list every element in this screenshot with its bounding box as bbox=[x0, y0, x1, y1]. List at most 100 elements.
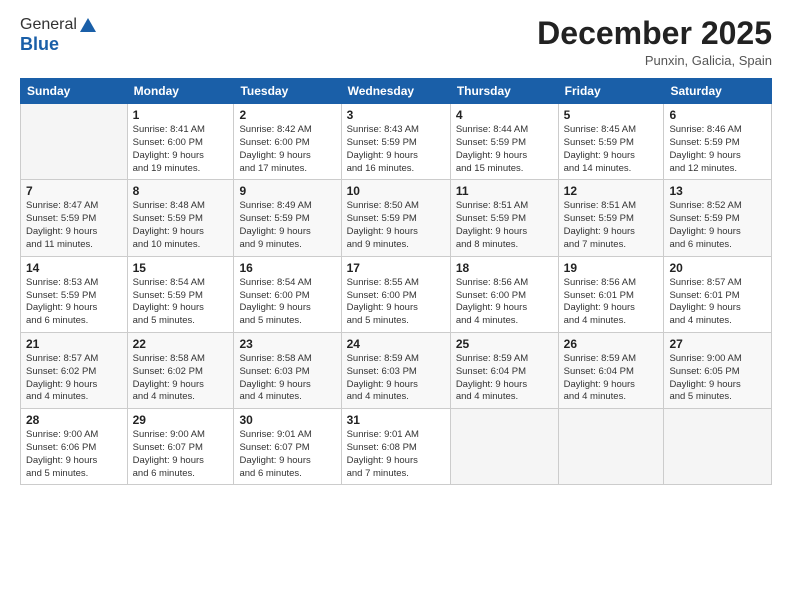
day-info: Sunrise: 8:50 AM Sunset: 5:59 PM Dayligh… bbox=[347, 200, 445, 251]
day-info: Sunrise: 8:44 AM Sunset: 5:59 PM Dayligh… bbox=[456, 124, 553, 175]
day-number: 24 bbox=[347, 337, 445, 351]
day-cell: 7 Sunrise: 8:47 AM Sunset: 5:59 PM Daylig… bbox=[21, 180, 128, 256]
day-number: 7 bbox=[26, 184, 122, 198]
day-info: Sunrise: 8:48 AM Sunset: 5:59 PM Dayligh… bbox=[133, 200, 229, 251]
day-cell: 23 Sunrise: 8:58 AM Sunset: 6:03 PM Dayli… bbox=[234, 332, 341, 408]
day-info: Sunrise: 9:01 AM Sunset: 6:08 PM Dayligh… bbox=[347, 429, 445, 480]
day-cell: 16 Sunrise: 8:54 AM Sunset: 6:00 PM Dayli… bbox=[234, 256, 341, 332]
week-row-1: 1Sunrise: 8:41 AM Sunset: 6:00 PM Daylig… bbox=[21, 104, 772, 180]
day-cell: 11Sunrise: 8:51 AM Sunset: 5:59 PM Dayli… bbox=[450, 180, 558, 256]
day-cell: 5 Sunrise: 8:45 AM Sunset: 5:59 PM Daylig… bbox=[558, 104, 664, 180]
day-number: 4 bbox=[456, 108, 553, 122]
day-cell: 26Sunrise: 8:59 AM Sunset: 6:04 PM Dayli… bbox=[558, 332, 664, 408]
day-cell: 19 Sunrise: 8:56 AM Sunset: 6:01 PM Dayli… bbox=[558, 256, 664, 332]
day-info: Sunrise: 8:54 AM Sunset: 6:00 PM Dayligh… bbox=[239, 277, 335, 328]
day-number: 14 bbox=[26, 261, 122, 275]
header: General Blue December 2025 Punxin, Galic… bbox=[20, 16, 772, 68]
day-number: 3 bbox=[347, 108, 445, 122]
day-info: Sunrise: 8:58 AM Sunset: 6:02 PM Dayligh… bbox=[133, 353, 229, 404]
day-info: Sunrise: 8:58 AM Sunset: 6:03 PM Dayligh… bbox=[239, 353, 335, 404]
day-info: Sunrise: 8:57 AM Sunset: 6:02 PM Dayligh… bbox=[26, 353, 122, 404]
day-cell: 9Sunrise: 8:49 AM Sunset: 5:59 PM Daylig… bbox=[234, 180, 341, 256]
header-tuesday: Tuesday bbox=[234, 79, 341, 104]
day-cell: 3 Sunrise: 8:43 AM Sunset: 5:59 PM Daylig… bbox=[341, 104, 450, 180]
day-info: Sunrise: 8:53 AM Sunset: 5:59 PM Dayligh… bbox=[26, 277, 122, 328]
day-number: 12 bbox=[564, 184, 659, 198]
day-info: Sunrise: 8:47 AM Sunset: 5:59 PM Dayligh… bbox=[26, 200, 122, 251]
day-number: 11 bbox=[456, 184, 553, 198]
day-info: Sunrise: 8:51 AM Sunset: 5:59 PM Dayligh… bbox=[564, 200, 659, 251]
day-number: 21 bbox=[26, 337, 122, 351]
day-number: 27 bbox=[669, 337, 766, 351]
day-cell: 20 Sunrise: 8:57 AM Sunset: 6:01 PM Dayli… bbox=[664, 256, 772, 332]
header-friday: Friday bbox=[558, 79, 664, 104]
calendar-table: Sunday Monday Tuesday Wednesday Thursday… bbox=[20, 78, 772, 485]
day-cell: 6Sunrise: 8:46 AM Sunset: 5:59 PM Daylig… bbox=[664, 104, 772, 180]
day-number: 5 bbox=[564, 108, 659, 122]
logo: General Blue bbox=[20, 16, 97, 55]
day-info: Sunrise: 8:55 AM Sunset: 6:00 PM Dayligh… bbox=[347, 277, 445, 328]
day-number: 16 bbox=[239, 261, 335, 275]
day-cell: 22 Sunrise: 8:58 AM Sunset: 6:02 PM Dayli… bbox=[127, 332, 234, 408]
day-number: 17 bbox=[347, 261, 445, 275]
day-number: 29 bbox=[133, 413, 229, 427]
week-row-4: 21 Sunrise: 8:57 AM Sunset: 6:02 PM Dayli… bbox=[21, 332, 772, 408]
day-cell: 12 Sunrise: 8:51 AM Sunset: 5:59 PM Dayli… bbox=[558, 180, 664, 256]
day-cell: 15Sunrise: 8:54 AM Sunset: 5:59 PM Dayli… bbox=[127, 256, 234, 332]
title-block: December 2025 Punxin, Galicia, Spain bbox=[537, 16, 772, 68]
day-number: 10 bbox=[347, 184, 445, 198]
day-info: Sunrise: 9:00 AM Sunset: 6:05 PM Dayligh… bbox=[669, 353, 766, 404]
day-cell: 28Sunrise: 9:00 AM Sunset: 6:06 PM Dayli… bbox=[21, 409, 128, 485]
day-info: Sunrise: 9:01 AM Sunset: 6:07 PM Dayligh… bbox=[239, 429, 335, 480]
day-cell: 2 Sunrise: 8:42 AM Sunset: 6:00 PM Daylig… bbox=[234, 104, 341, 180]
day-number: 22 bbox=[133, 337, 229, 351]
day-number: 25 bbox=[456, 337, 553, 351]
day-cell: 25Sunrise: 8:59 AM Sunset: 6:04 PM Dayli… bbox=[450, 332, 558, 408]
week-row-5: 28Sunrise: 9:00 AM Sunset: 6:06 PM Dayli… bbox=[21, 409, 772, 485]
day-info: Sunrise: 8:56 AM Sunset: 6:00 PM Dayligh… bbox=[456, 277, 553, 328]
logo-icon bbox=[79, 16, 97, 34]
day-number: 23 bbox=[239, 337, 335, 351]
header-wednesday: Wednesday bbox=[341, 79, 450, 104]
day-info: Sunrise: 8:54 AM Sunset: 5:59 PM Dayligh… bbox=[133, 277, 229, 328]
day-cell: 1Sunrise: 8:41 AM Sunset: 6:00 PM Daylig… bbox=[127, 104, 234, 180]
day-cell: 27 Sunrise: 9:00 AM Sunset: 6:05 PM Dayli… bbox=[664, 332, 772, 408]
day-number: 19 bbox=[564, 261, 659, 275]
day-number: 31 bbox=[347, 413, 445, 427]
header-monday: Monday bbox=[127, 79, 234, 104]
logo-blue-text: Blue bbox=[20, 34, 97, 55]
day-number: 8 bbox=[133, 184, 229, 198]
month-title: December 2025 bbox=[537, 16, 772, 51]
day-cell bbox=[558, 409, 664, 485]
day-info: Sunrise: 8:49 AM Sunset: 5:59 PM Dayligh… bbox=[239, 200, 335, 251]
day-cell: 10 Sunrise: 8:50 AM Sunset: 5:59 PM Dayli… bbox=[341, 180, 450, 256]
day-info: Sunrise: 9:00 AM Sunset: 6:07 PM Dayligh… bbox=[133, 429, 229, 480]
day-number: 2 bbox=[239, 108, 335, 122]
day-info: Sunrise: 8:42 AM Sunset: 6:00 PM Dayligh… bbox=[239, 124, 335, 175]
day-info: Sunrise: 8:56 AM Sunset: 6:01 PM Dayligh… bbox=[564, 277, 659, 328]
day-number: 20 bbox=[669, 261, 766, 275]
day-cell bbox=[664, 409, 772, 485]
day-cell: 21 Sunrise: 8:57 AM Sunset: 6:02 PM Dayli… bbox=[21, 332, 128, 408]
day-number: 28 bbox=[26, 413, 122, 427]
week-row-3: 14 Sunrise: 8:53 AM Sunset: 5:59 PM Dayli… bbox=[21, 256, 772, 332]
day-number: 13 bbox=[669, 184, 766, 198]
page: General Blue December 2025 Punxin, Galic… bbox=[0, 0, 792, 612]
day-cell: 24 Sunrise: 8:59 AM Sunset: 6:03 PM Dayli… bbox=[341, 332, 450, 408]
day-info: Sunrise: 8:52 AM Sunset: 5:59 PM Dayligh… bbox=[669, 200, 766, 251]
day-cell: 29 Sunrise: 9:00 AM Sunset: 6:07 PM Dayli… bbox=[127, 409, 234, 485]
day-number: 1 bbox=[133, 108, 229, 122]
header-thursday: Thursday bbox=[450, 79, 558, 104]
day-info: Sunrise: 8:59 AM Sunset: 6:03 PM Dayligh… bbox=[347, 353, 445, 404]
location-subtitle: Punxin, Galicia, Spain bbox=[537, 53, 772, 68]
day-info: Sunrise: 8:57 AM Sunset: 6:01 PM Dayligh… bbox=[669, 277, 766, 328]
day-number: 30 bbox=[239, 413, 335, 427]
day-cell: 30 Sunrise: 9:01 AM Sunset: 6:07 PM Dayli… bbox=[234, 409, 341, 485]
day-cell: 13 Sunrise: 8:52 AM Sunset: 5:59 PM Dayli… bbox=[664, 180, 772, 256]
day-number: 6 bbox=[669, 108, 766, 122]
day-info: Sunrise: 8:59 AM Sunset: 6:04 PM Dayligh… bbox=[564, 353, 659, 404]
day-info: Sunrise: 8:43 AM Sunset: 5:59 PM Dayligh… bbox=[347, 124, 445, 175]
logo-general-text: General bbox=[20, 16, 77, 34]
day-info: Sunrise: 8:45 AM Sunset: 5:59 PM Dayligh… bbox=[564, 124, 659, 175]
day-cell: 8 Sunrise: 8:48 AM Sunset: 5:59 PM Daylig… bbox=[127, 180, 234, 256]
